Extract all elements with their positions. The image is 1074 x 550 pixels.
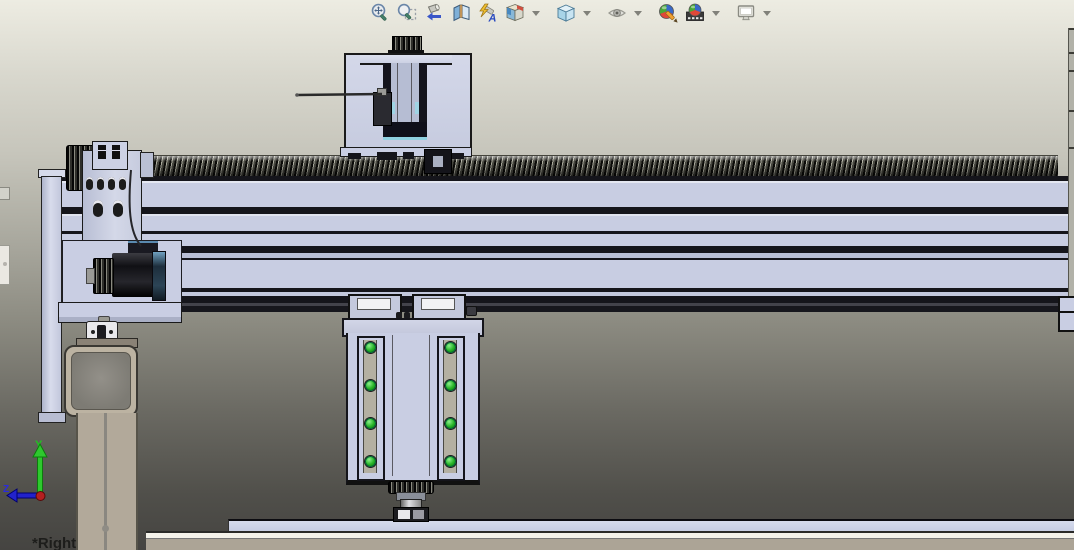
display-style-icon — [555, 2, 577, 24]
y-axis — [38, 456, 43, 495]
view-orientation-icon — [504, 2, 526, 24]
dropdown-caret-icon[interactable] — [634, 11, 642, 16]
wire-overlay — [0, 0, 1074, 550]
view-settings-button[interactable] — [734, 1, 758, 25]
svg-text:A: A — [488, 13, 497, 25]
zoom-to-fit-icon — [369, 2, 391, 24]
zoom-to-fit-button[interactable] — [368, 1, 392, 25]
view-settings-icon — [735, 2, 757, 24]
view-name-label: *Right — [32, 535, 76, 550]
apply-scene-icon — [684, 2, 706, 24]
zoom-to-area-icon — [396, 2, 418, 24]
dropdown-caret-icon[interactable] — [712, 11, 720, 16]
dynamic-annotation-views-button[interactable]: A — [476, 1, 500, 25]
dropdown-caret-icon[interactable] — [532, 11, 540, 16]
previous-view-icon — [423, 2, 445, 24]
edit-appearance-button[interactable] — [656, 1, 680, 25]
display-style-button[interactable] — [554, 1, 578, 25]
dynamic-annotation-views-icon: A — [477, 2, 499, 24]
hide-show-items-icon — [606, 2, 628, 24]
orientation-triad: Y Z — [2, 432, 74, 514]
hide-show-items-button[interactable] — [605, 1, 629, 25]
dropdown-caret-icon[interactable] — [763, 11, 771, 16]
origin-dot — [36, 492, 45, 501]
probe-rod-tip — [295, 93, 299, 97]
section-view-button[interactable] — [449, 1, 473, 25]
view-orientation-button[interactable] — [503, 1, 527, 25]
apply-scene-button[interactable] — [683, 1, 707, 25]
cad-graphics-viewport[interactable]: Y Z *Right — [0, 0, 1074, 550]
section-view-icon — [450, 2, 472, 24]
motor-wire — [130, 170, 141, 246]
triad-z-label: Z — [3, 484, 9, 495]
heads-up-view-toolbar: A — [368, 1, 773, 25]
probe-rod — [297, 94, 382, 95]
zoom-to-area-button[interactable] — [395, 1, 419, 25]
previous-view-button[interactable] — [422, 1, 446, 25]
dropdown-caret-icon[interactable] — [583, 11, 591, 16]
edit-appearance-icon — [657, 2, 679, 24]
